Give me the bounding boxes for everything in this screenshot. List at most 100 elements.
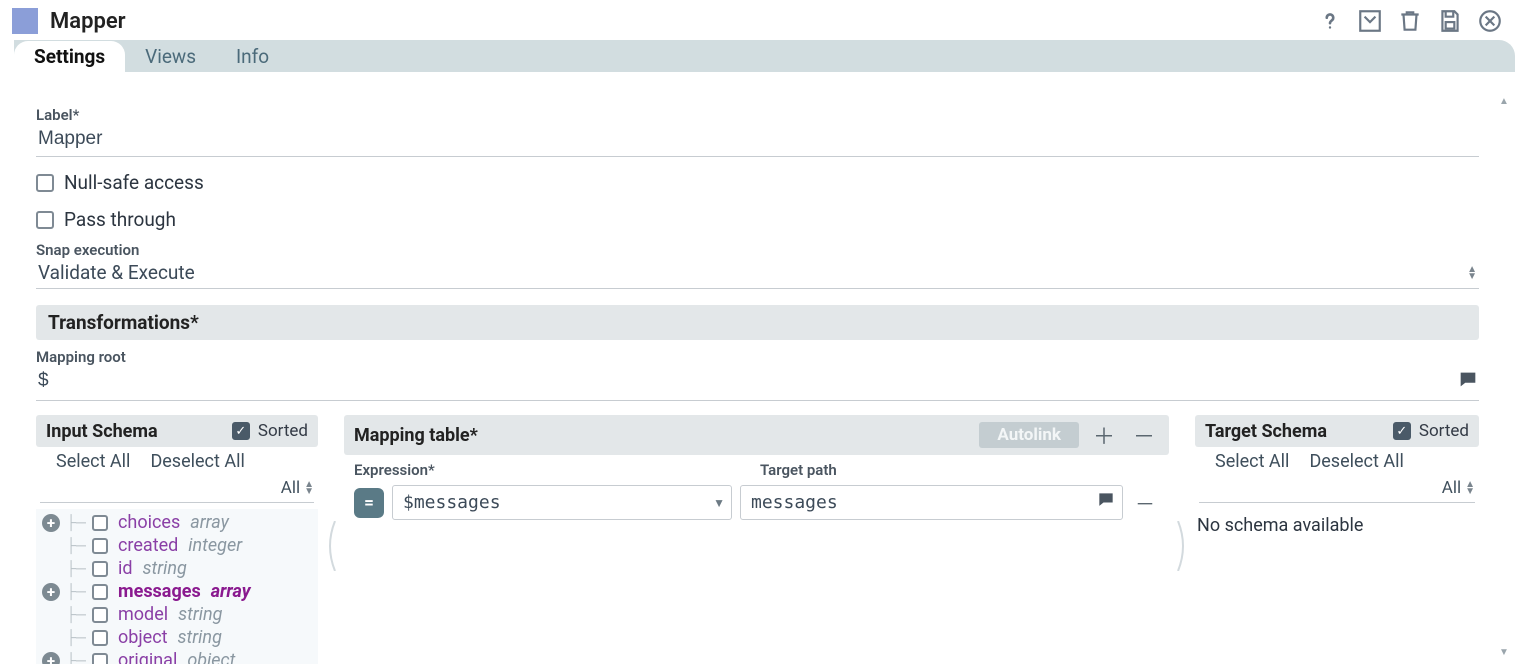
input-schema-deselect-all[interactable]: Deselect All: [150, 451, 244, 472]
expand-icon[interactable]: +: [42, 652, 60, 664]
schema-node-checkbox[interactable]: [92, 653, 108, 664]
tree-branch-icon: [64, 629, 88, 646]
schema-node-type: integer: [188, 535, 242, 556]
target-path-input[interactable]: [751, 486, 1096, 519]
schema-node-original[interactable]: + original object: [42, 649, 312, 664]
tree-branch-icon: [64, 514, 88, 531]
validate-icon[interactable]: [1357, 8, 1383, 34]
tab-info[interactable]: Info: [216, 41, 289, 72]
mapping-table-panel: Mapping table* Autolink ＋ － Expression* …: [344, 415, 1169, 664]
schema-node-created[interactable]: created integer: [42, 534, 312, 557]
schema-node-name: original: [118, 650, 177, 664]
schema-node-type: string: [178, 604, 222, 625]
help-icon[interactable]: [1317, 8, 1343, 34]
snap-execution-select[interactable]: Validate & Execute ▲▼: [36, 259, 1479, 289]
schema-node-name: model: [118, 604, 168, 625]
expression-toggle-button[interactable]: =: [354, 488, 384, 518]
target-schema-panel: Target Schema Sorted Select All Deselect…: [1195, 415, 1479, 664]
target-schema-filter-all[interactable]: All: [1442, 478, 1465, 498]
expand-icon[interactable]: +: [42, 514, 60, 532]
target-schema-filter-input[interactable]: [1199, 476, 1442, 500]
target-schema-select-all[interactable]: Select All: [1215, 451, 1289, 472]
schema-node-name: choices: [118, 512, 180, 533]
schema-node-messages[interactable]: + messages array: [42, 580, 312, 603]
add-mapping-row-button[interactable]: ＋: [1089, 419, 1119, 451]
schema-node-object[interactable]: objectstring: [42, 626, 312, 649]
schema-node-id[interactable]: idstring: [42, 557, 312, 580]
schema-node-type: array: [190, 512, 229, 533]
expression-column-header: Expression*: [354, 461, 744, 479]
mapping-table-title: Mapping table*: [354, 425, 969, 446]
mapping-root-label: Mapping root: [36, 348, 1479, 366]
expand-icon[interactable]: +: [42, 583, 60, 601]
schema-node-choices[interactable]: + choices array: [42, 511, 312, 534]
schema-node-checkbox[interactable]: [92, 607, 108, 623]
expand-placeholder: [42, 537, 60, 555]
schema-node-model[interactable]: model string: [42, 603, 312, 626]
snap-execution-label: Snap execution: [36, 241, 1479, 259]
transformations-section-title: Transformations*: [36, 305, 1479, 340]
schema-node-name: created: [118, 535, 178, 556]
input-schema-filter-input[interactable]: [40, 476, 281, 500]
input-schema-sorted-checkbox[interactable]: [232, 422, 250, 440]
tab-strip: Settings Views Info: [0, 40, 1515, 72]
schema-node-type: object: [187, 650, 235, 664]
pass-through-checkbox[interactable]: [36, 211, 54, 229]
tree-branch-icon: [64, 606, 88, 623]
schema-node-type: array: [211, 581, 251, 602]
null-safe-checkbox[interactable]: [36, 174, 54, 192]
label-input[interactable]: [36, 124, 1479, 157]
input-schema-filter-all[interactable]: All: [281, 478, 304, 498]
stepper-icon[interactable]: ▲▼: [1465, 481, 1475, 495]
autolink-button[interactable]: Autolink: [979, 422, 1079, 448]
close-icon[interactable]: [1477, 8, 1503, 34]
target-column-header: Target path: [760, 461, 1159, 479]
schema-node-checkbox[interactable]: [92, 538, 108, 554]
expression-dropdown-icon[interactable]: ▼: [713, 496, 725, 510]
tree-branch-icon: [64, 537, 88, 554]
remove-mapping-row-button[interactable]: －: [1129, 419, 1159, 451]
tree-branch-icon: [64, 652, 88, 664]
target-schema-sorted-label: Sorted: [1419, 421, 1469, 441]
target-schema-empty: No schema available: [1195, 509, 1479, 542]
tab-settings[interactable]: Settings: [14, 41, 125, 72]
suggest-icon[interactable]: [1457, 369, 1479, 396]
snap-execution-value: Validate & Execute: [38, 261, 1467, 284]
settings-pane: Label* Null-safe access Pass through Sna…: [0, 92, 1515, 664]
tree-branch-icon: [64, 583, 88, 600]
remove-this-row-button[interactable]: －: [1131, 488, 1159, 517]
dialog-header: Mapper: [0, 0, 1515, 40]
target-schema-sorted-checkbox[interactable]: [1393, 422, 1411, 440]
stepper-icon[interactable]: ▲▼: [304, 481, 314, 495]
schema-node-name: object: [118, 627, 168, 648]
input-schema-tree: + choices array created integeridstring + mess…: [36, 509, 318, 664]
pass-through-label: Pass through: [64, 208, 176, 231]
schema-node-checkbox[interactable]: [92, 630, 108, 646]
input-schema-panel: Input Schema Sorted Select All Deselect …: [36, 415, 318, 664]
schema-node-type: string: [143, 558, 187, 579]
schema-node-checkbox[interactable]: [92, 584, 108, 600]
panel-divider-left[interactable]: [324, 415, 338, 664]
delete-icon[interactable]: [1397, 8, 1423, 34]
schema-node-checkbox[interactable]: [92, 515, 108, 531]
expand-placeholder: [42, 606, 60, 624]
mapper-snap-color-icon: [12, 8, 38, 34]
input-schema-select-all[interactable]: Select All: [56, 451, 130, 472]
target-schema-deselect-all[interactable]: Deselect All: [1309, 451, 1403, 472]
null-safe-label: Null-safe access: [64, 171, 204, 194]
dialog-title: Mapper: [50, 9, 126, 34]
mapping-root-input[interactable]: [36, 366, 1449, 396]
stepper-icon[interactable]: ▲▼: [1467, 266, 1477, 280]
expand-placeholder: [42, 629, 60, 647]
target-suggest-icon[interactable]: [1096, 490, 1116, 515]
tab-views[interactable]: Views: [125, 41, 216, 72]
schema-node-name: messages: [118, 581, 201, 602]
expression-input[interactable]: [403, 486, 713, 519]
panel-divider-right[interactable]: [1175, 415, 1189, 664]
label-field-label: Label*: [36, 106, 1479, 124]
mapping-row: = ▼ －: [344, 481, 1169, 524]
schema-node-checkbox[interactable]: [92, 561, 108, 577]
save-icon[interactable]: [1437, 8, 1463, 34]
target-schema-title: Target Schema: [1205, 421, 1383, 442]
tree-branch-icon: [64, 560, 88, 577]
